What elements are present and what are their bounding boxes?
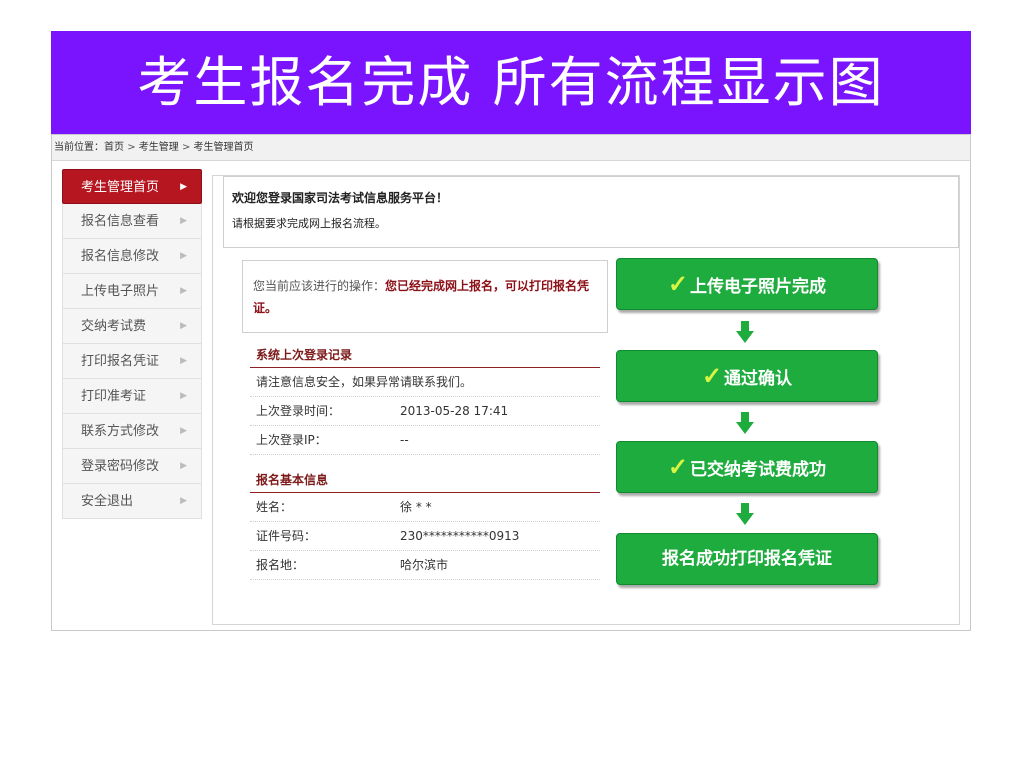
- breadcrumb: 当前位置：首页 > 考生管理 > 考生管理首页: [52, 135, 970, 161]
- flow-step-label: 已交纳考试费成功: [690, 460, 827, 480]
- sidebar-item-print-voucher[interactable]: 打印报名凭证 ▶: [62, 344, 202, 379]
- field-label: 证件号码：: [256, 529, 317, 543]
- breadcrumb-home[interactable]: 首页: [104, 142, 124, 153]
- sidebar-item-pay-fee[interactable]: 交纳考试费 ▶: [62, 309, 202, 344]
- sidebar-item-upload-photo[interactable]: 上传电子照片 ▶: [62, 274, 202, 309]
- check-icon: ✓: [667, 269, 689, 298]
- sidebar-item-label: 交纳考试费: [81, 319, 147, 334]
- sidebar-item-edit-password[interactable]: 登录密码修改 ▶: [62, 449, 202, 484]
- sidebar-menu: 考生管理首页 ▶ 报名信息查看 ▶ 报名信息修改 ▶ 上传电子照片 ▶ 交纳考试费 ▶ 打…: [62, 169, 202, 519]
- field-label: 上次登录IP：: [256, 433, 327, 447]
- sidebar-item-label: 登录密码修改: [81, 459, 160, 474]
- arrow-right-icon: ▶: [180, 286, 187, 296]
- current-operation-box: 您当前应该进行的操作：您已经完成网上报名，可以打印报名凭证。: [242, 260, 608, 333]
- arrow-right-icon: ▶: [180, 461, 187, 471]
- sidebar-item-label: 报名信息修改: [81, 249, 160, 264]
- sidebar-item-label: 打印准考证: [81, 389, 147, 404]
- sidebar-item-edit-info[interactable]: 报名信息修改 ▶: [62, 239, 202, 274]
- flow-step-upload-photo: ✓ 上传电子照片完成: [616, 258, 878, 310]
- arrow-down-icon: [736, 321, 754, 343]
- check-icon: ✓: [701, 361, 723, 390]
- sidebar-item-print-admission[interactable]: 打印准考证 ▶: [62, 379, 202, 414]
- breadcrumb-separator: >: [181, 142, 191, 153]
- arrow-right-icon: ▶: [180, 251, 187, 261]
- field-value: 徐 * *: [400, 500, 432, 514]
- breadcrumb-separator: >: [127, 142, 136, 153]
- field-value: 230***********0913: [400, 529, 520, 543]
- flow-step-label: 通过确认: [724, 369, 793, 389]
- arrow-right-icon: ▶: [180, 356, 187, 366]
- sidebar-item-label: 安全退出: [81, 494, 134, 509]
- id-number-row: 证件号码： 230***********0913: [250, 522, 600, 551]
- arrow-right-icon: ▶: [180, 182, 187, 192]
- arrow-right-icon: ▶: [180, 391, 187, 401]
- flow-step-fee-paid: ✓ 已交纳考试费成功: [616, 441, 878, 493]
- sidebar-item-logout[interactable]: 安全退出 ▶: [62, 484, 202, 519]
- arrow-down-icon: [736, 503, 754, 525]
- sidebar-item-label: 打印报名凭证: [81, 354, 160, 369]
- security-notice: 请注意信息安全，如果异常请联系我们。: [250, 368, 600, 397]
- slide-title: 考生报名完成 所有流程显示图: [51, 31, 971, 134]
- check-icon: ✓: [667, 452, 689, 481]
- field-label: 上次登录时间：: [256, 404, 341, 418]
- last-login-title: 系统上次登录记录: [250, 343, 600, 368]
- field-value: --: [400, 433, 409, 447]
- welcome-title: 欢迎您登录国家司法考试信息服务平台！: [232, 191, 449, 205]
- arrow-right-icon: ▶: [180, 496, 187, 506]
- basic-info-title: 报名基本信息: [250, 468, 600, 493]
- sidebar-item-label: 联系方式修改: [81, 424, 160, 439]
- sidebar-item-home[interactable]: 考生管理首页 ▶: [62, 169, 202, 204]
- arrow-down-icon: [736, 412, 754, 434]
- sidebar-item-label: 考生管理首页: [81, 180, 160, 195]
- sidebar-item-view-info[interactable]: 报名信息查看 ▶: [62, 204, 202, 239]
- field-label: 姓名：: [256, 500, 293, 514]
- welcome-subtitle: 请根据要求完成网上报名流程。: [232, 217, 386, 230]
- breadcrumb-current: 考生管理首页: [193, 142, 254, 153]
- registration-place-row: 报名地： 哈尔滨市: [250, 551, 600, 580]
- welcome-box: 欢迎您登录国家司法考试信息服务平台！ 请根据要求完成网上报名流程。: [223, 176, 959, 248]
- last-login-time-row: 上次登录时间： 2013-05-28 17:41: [250, 397, 600, 426]
- flow-step-label: 上传电子照片完成: [690, 277, 827, 297]
- basic-info-section: 报名基本信息 姓名： 徐 * * 证件号码： 230***********091…: [250, 468, 600, 580]
- breadcrumb-prefix: 当前位置：: [54, 142, 104, 153]
- last-login-section: 系统上次登录记录 请注意信息安全，如果异常请联系我们。 上次登录时间： 2013…: [250, 343, 600, 455]
- flow-step-print-voucher[interactable]: 报名成功打印报名凭证: [616, 533, 878, 585]
- sidebar-item-edit-contact[interactable]: 联系方式修改 ▶: [62, 414, 202, 449]
- field-label: 报名地：: [256, 558, 305, 572]
- last-login-ip-row: 上次登录IP： --: [250, 426, 600, 455]
- sidebar-item-label: 报名信息查看: [81, 214, 160, 229]
- operation-label: 您当前应该进行的操作：: [253, 279, 386, 293]
- breadcrumb-exam-manage[interactable]: 考生管理: [139, 142, 179, 153]
- field-value: 2013-05-28 17:41: [400, 404, 509, 418]
- arrow-right-icon: ▶: [180, 216, 187, 226]
- flow-step-label: 报名成功打印报名凭证: [662, 549, 832, 569]
- arrow-right-icon: ▶: [180, 321, 187, 331]
- name-row: 姓名： 徐 * *: [250, 493, 600, 522]
- field-value: 哈尔滨市: [400, 558, 449, 572]
- flow-step-confirmed: ✓ 通过确认: [616, 350, 878, 402]
- arrow-right-icon: ▶: [180, 426, 187, 436]
- sidebar-item-label: 上传电子照片: [81, 284, 160, 299]
